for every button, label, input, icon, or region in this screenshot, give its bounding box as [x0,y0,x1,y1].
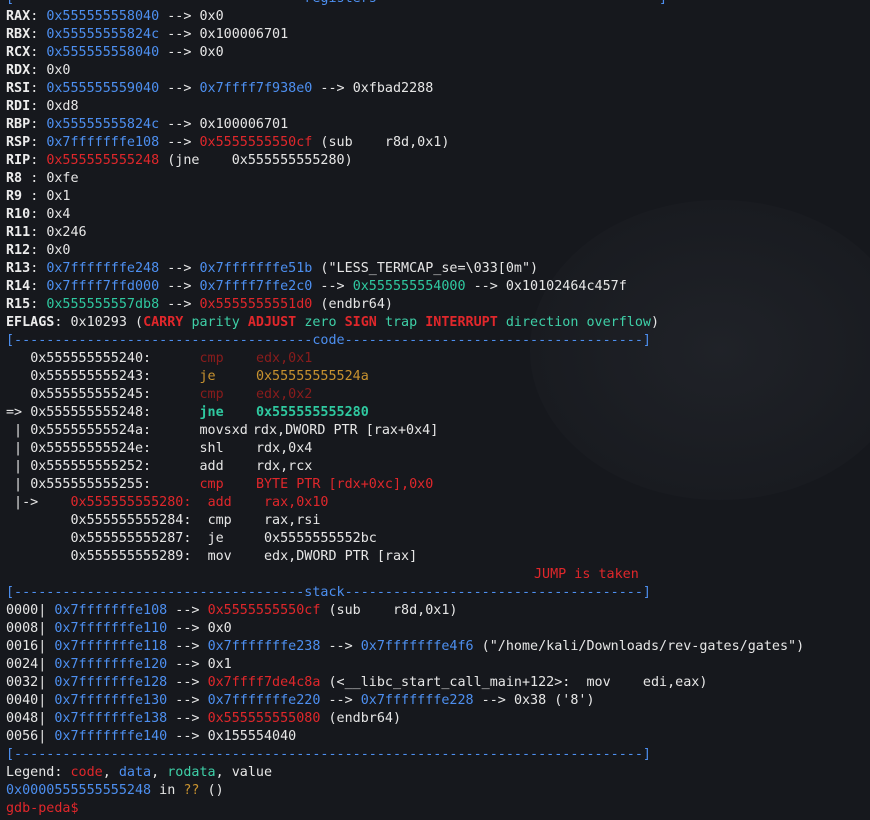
legend-code: code [70,765,103,780]
code-line: 0x555555555240: cmp edx,0x1 [30,351,313,366]
register-r8: R8 : 0xfe [6,171,79,186]
code-line-jump-target: |-> 0x555555555280: add rax,0x10 [6,495,329,510]
register-r14: R14: 0x7ffff7ffd000 --> 0x7ffff7ffe2c0 -… [6,279,627,294]
flag-sign: SIGN [344,315,377,330]
gdb-prompt[interactable]: gdb-peda$ [6,800,866,818]
register-rdx: RDX: 0x0 [6,63,71,78]
legend-data: data [118,765,152,780]
flag-trap: trap [384,315,418,330]
jump-taken-message: JUMP is taken [534,567,639,582]
eflags-line: EFLAGS: 0x10293 (CARRY parity ADJUST zer… [6,315,660,330]
flag-overflow: overflow [586,315,652,330]
stack-entry: 0040| 0x7fffffffe130 --> 0x7fffffffe220 … [6,693,595,708]
terminal-output[interactable]: [------------------------------------reg… [6,0,866,818]
code-line: | 0x55555555524e: shl rdx,0x4 [6,441,313,456]
code-line: | 0x555555555252: add rdx,rcx [6,459,313,474]
legend-line: Legend: code, data, rodata, value [6,765,273,780]
stack-entry: 0048| 0x7fffffffe138 --> 0x555555555080 … [6,711,402,726]
register-rdi: RDI: 0xd8 [6,99,79,114]
register-r11: R11: 0x246 [6,225,87,240]
register-rip: RIP: 0x555555555248 (jne 0x555555555280) [6,153,353,168]
register-r9: R9 : 0x1 [6,189,71,204]
stack-entry: 0024| 0x7fffffffe120 --> 0x1 [6,657,232,672]
register-r15: R15: 0x555555557db8 --> 0x5555555551d0 (… [6,297,393,312]
register-rbx: RBX: 0x55555555824c --> 0x100006701 [6,27,289,42]
flag-interrupt: INTERRUPT [425,315,498,330]
stack-entry: 0056| 0x7fffffffe140 --> 0x155554040 [6,729,297,744]
stack-entry: 0016| 0x7fffffffe118 --> 0x7fffffffe238 … [6,639,805,654]
code-line: 0x555555555287: je 0x5555555552bc [70,531,377,546]
flag-parity: parity [191,315,240,330]
register-pointer: 0x555555558040 [46,9,160,24]
code-line: 0x555555555289: mov edx,DWORD PTR [rax] [70,549,418,564]
register-r12: R12: 0x0 [6,243,71,258]
code-line: 0x555555555284: cmp rax,rsi [70,513,321,528]
stack-header: [------------------------------------sta… [6,585,651,600]
flag-adjust: ADJUST [247,315,297,330]
register-rbp: RBP: 0x55555555824c --> 0x100006701 [6,117,289,132]
register-rsi: RSI: 0x555555559040 --> 0x7ffff7f938e0 -… [6,81,434,96]
register-r10: R10: 0x4 [6,207,71,222]
register-name: RAX [6,9,31,24]
code-line: | 0x55555555524a: movsxd rdx,DWORD PTR [r… [6,423,439,438]
flag-carry: CARRY [143,315,184,330]
code-line: | 0x555555555255: cmp BYTE PTR [rdx+0xc]… [6,477,434,492]
current-instruction-arrow: => [6,405,31,420]
legend-rodata: rodata [167,765,216,780]
legend-value: value [231,765,273,780]
code-line-current: => 0x555555555248: jne 0x555555555280 [6,405,369,420]
register-r13: R13: 0x7fffffffe248 --> 0x7fffffffe51b (… [6,261,539,276]
code-line: 0x555555555245: cmp edx,0x2 [30,387,313,402]
flag-zero: zero [304,315,337,330]
register-rsp: RSP: 0x7fffffffe108 --> 0x5555555550cf (… [6,135,450,150]
stack-entry: 0000| 0x7fffffffe108 --> 0x5555555550cf … [6,603,458,618]
code-header: [-------------------------------------co… [6,333,651,348]
register-rax: RAX: 0x555555558040 --> 0x0 [6,9,224,24]
code-line: 0x555555555243: je 0x55555555524a [30,369,369,384]
registers-header: [------------------------------------reg… [6,0,866,8]
stack-entry: 0032| 0x7fffffffe128 --> 0x7ffff7de4c8a … [6,675,708,690]
location-line: 0x0000555555555248 in ?? () [6,783,224,798]
flag-direction: direction [505,315,579,330]
register-value: 0x0 [199,9,224,24]
register-rcx: RCX: 0x555555558040 --> 0x0 [6,45,224,60]
stack-entry: 0008| 0x7fffffffe110 --> 0x0 [6,621,232,636]
end-separator: [---------------------------------------… [6,747,651,762]
